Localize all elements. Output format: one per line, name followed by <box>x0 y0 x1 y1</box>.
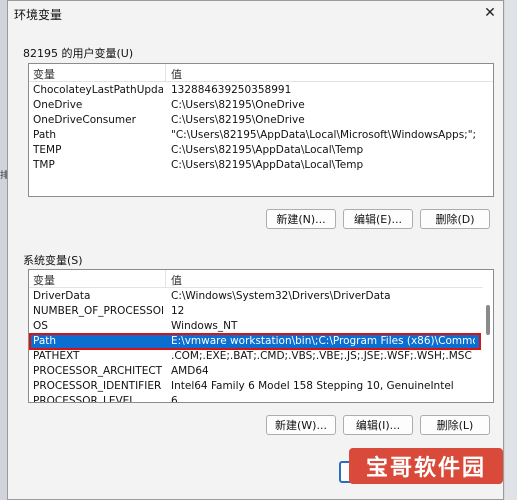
variable-value: Intel64 Family 6 Model 158 Stepping 10, … <box>171 380 454 392</box>
variable-name: OS <box>33 320 48 332</box>
variable-value: C:\Users\82195\AppData\Local\Temp <box>171 159 364 171</box>
system-delete-button[interactable]: 删除(L) <box>420 415 490 435</box>
variable-value: C:\Users\82195\AppData\Local\Temp <box>171 144 364 156</box>
system_vars-row[interactable]: Path E:\vmware workstation\bin\;C:\Progra… <box>29 334 481 349</box>
variable-value: "C:\Users\82195\AppData\Local\Microsoft\… <box>171 129 475 141</box>
variable-name: PROCESSOR_LEVEL <box>33 395 136 403</box>
system-new-button[interactable]: 新建(W)... <box>266 415 336 435</box>
column-divider[interactable] <box>165 64 166 81</box>
watermark-logo: 宝哥软件园 <box>349 448 503 484</box>
system_vars-row[interactable]: OS Windows_NT <box>29 319 481 334</box>
system_vars-row[interactable]: PROCESSOR_IDENTIFIER Intel64 Family 6 Mod… <box>29 379 481 394</box>
user-edit-button[interactable]: 编辑(E)... <box>343 209 413 229</box>
variable-name: TMP <box>33 159 55 171</box>
variable-value: E:\vmware workstation\bin\;C:\Program Fi… <box>171 335 475 347</box>
user-vars-col-value[interactable]: 值 <box>171 66 182 82</box>
user-vars-header: 变量 值 <box>29 64 493 82</box>
title-bar: 环境变量 ✕ <box>8 1 503 27</box>
user_vars-row[interactable]: OneDrive C:\Users\82195\OneDrive <box>29 98 481 113</box>
user-vars-list[interactable]: 变量 值 ChocolateyLastPathUpdate 13288463925… <box>28 63 494 197</box>
system-vars-list[interactable]: 变量 值 DriverData C:\Windows\System32\Drive… <box>28 269 494 403</box>
variable-value: 132884639250358991 <box>171 84 292 96</box>
variable-value: Windows_NT <box>171 320 238 332</box>
user_vars-row[interactable]: TMP C:\Users\82195\AppData\Local\Temp <box>29 158 481 173</box>
variable-name: Path <box>33 129 57 141</box>
variable-name: PROCESSOR_ARCHITECTURE <box>33 365 163 377</box>
user_vars-row[interactable]: Path "C:\Users\82195\AppData\Local\Micros… <box>29 128 481 143</box>
close-icon: ✕ <box>484 5 496 21</box>
window-title: 环境变量 <box>14 8 63 22</box>
system-vars-scrollbar[interactable] <box>483 287 493 402</box>
user-new-button[interactable]: 新建(N)... <box>266 209 336 229</box>
system_vars-row[interactable]: NUMBER_OF_PROCESSORS 12 <box>29 304 481 319</box>
variable-name: NUMBER_OF_PROCESSORS <box>33 305 163 317</box>
variable-value: C:\Users\82195\OneDrive <box>171 114 305 126</box>
variable-value: .COM;.EXE;.BAT;.CMD;.VBS;.VBE;.JS;.JSE;.… <box>171 350 472 362</box>
system_vars-row[interactable]: PROCESSOR_LEVEL 6 <box>29 394 481 403</box>
variable-name: PATHEXT <box>33 350 80 362</box>
system-edit-button[interactable]: 编辑(I)... <box>343 415 413 435</box>
variable-name: DriverData <box>33 290 91 302</box>
system-vars-col-value[interactable]: 值 <box>171 272 182 288</box>
environment-variables-dialog: 环境变量 ✕ 82195 的用户变量(U) 变量 值 ChocolateyLas… <box>7 0 504 500</box>
system_vars-row[interactable]: PATHEXT .COM;.EXE;.BAT;.CMD;.VBS;.VBE;.JS… <box>29 349 481 364</box>
variable-name: TEMP <box>33 144 62 156</box>
close-button[interactable]: ✕ <box>479 3 501 23</box>
variable-name: PROCESSOR_IDENTIFIER <box>33 380 162 392</box>
system_vars-row[interactable]: PROCESSOR_ARCHITECTURE AMD64 <box>29 364 481 379</box>
system-vars-label: 系统变量(S) <box>23 254 83 267</box>
variable-name: ChocolateyLastPathUpdate <box>33 84 163 96</box>
variable-value: C:\Users\82195\OneDrive <box>171 99 305 111</box>
variable-value: AMD64 <box>171 365 209 377</box>
user_vars-row[interactable]: TEMP C:\Users\82195\AppData\Local\Temp <box>29 143 481 158</box>
user-delete-button[interactable]: 删除(D) <box>420 209 490 229</box>
user-vars-label: 82195 的用户变量(U) <box>23 47 134 60</box>
scrollbar-thumb[interactable] <box>486 305 490 335</box>
user_vars-row[interactable]: ChocolateyLastPathUpdate 1328846392503589… <box>29 83 481 98</box>
variable-name: OneDriveConsumer <box>33 114 136 126</box>
system-vars-col-name[interactable]: 变量 <box>33 272 55 288</box>
variable-value: C:\Windows\System32\Drivers\DriverData <box>171 290 391 302</box>
variable-value: 6 <box>171 395 178 403</box>
user-vars-col-name[interactable]: 变量 <box>33 66 55 82</box>
background-window-right <box>505 0 517 500</box>
variable-value: 12 <box>171 305 185 317</box>
system-vars-header: 变量 值 <box>29 270 493 288</box>
user_vars-row[interactable]: OneDriveConsumer C:\Users\82195\OneDrive <box>29 113 481 128</box>
column-divider[interactable] <box>165 270 166 287</box>
variable-name: OneDrive <box>33 99 83 111</box>
system_vars-row[interactable]: DriverData C:\Windows\System32\Drivers\Dr… <box>29 289 481 304</box>
variable-name: Path <box>33 335 57 347</box>
